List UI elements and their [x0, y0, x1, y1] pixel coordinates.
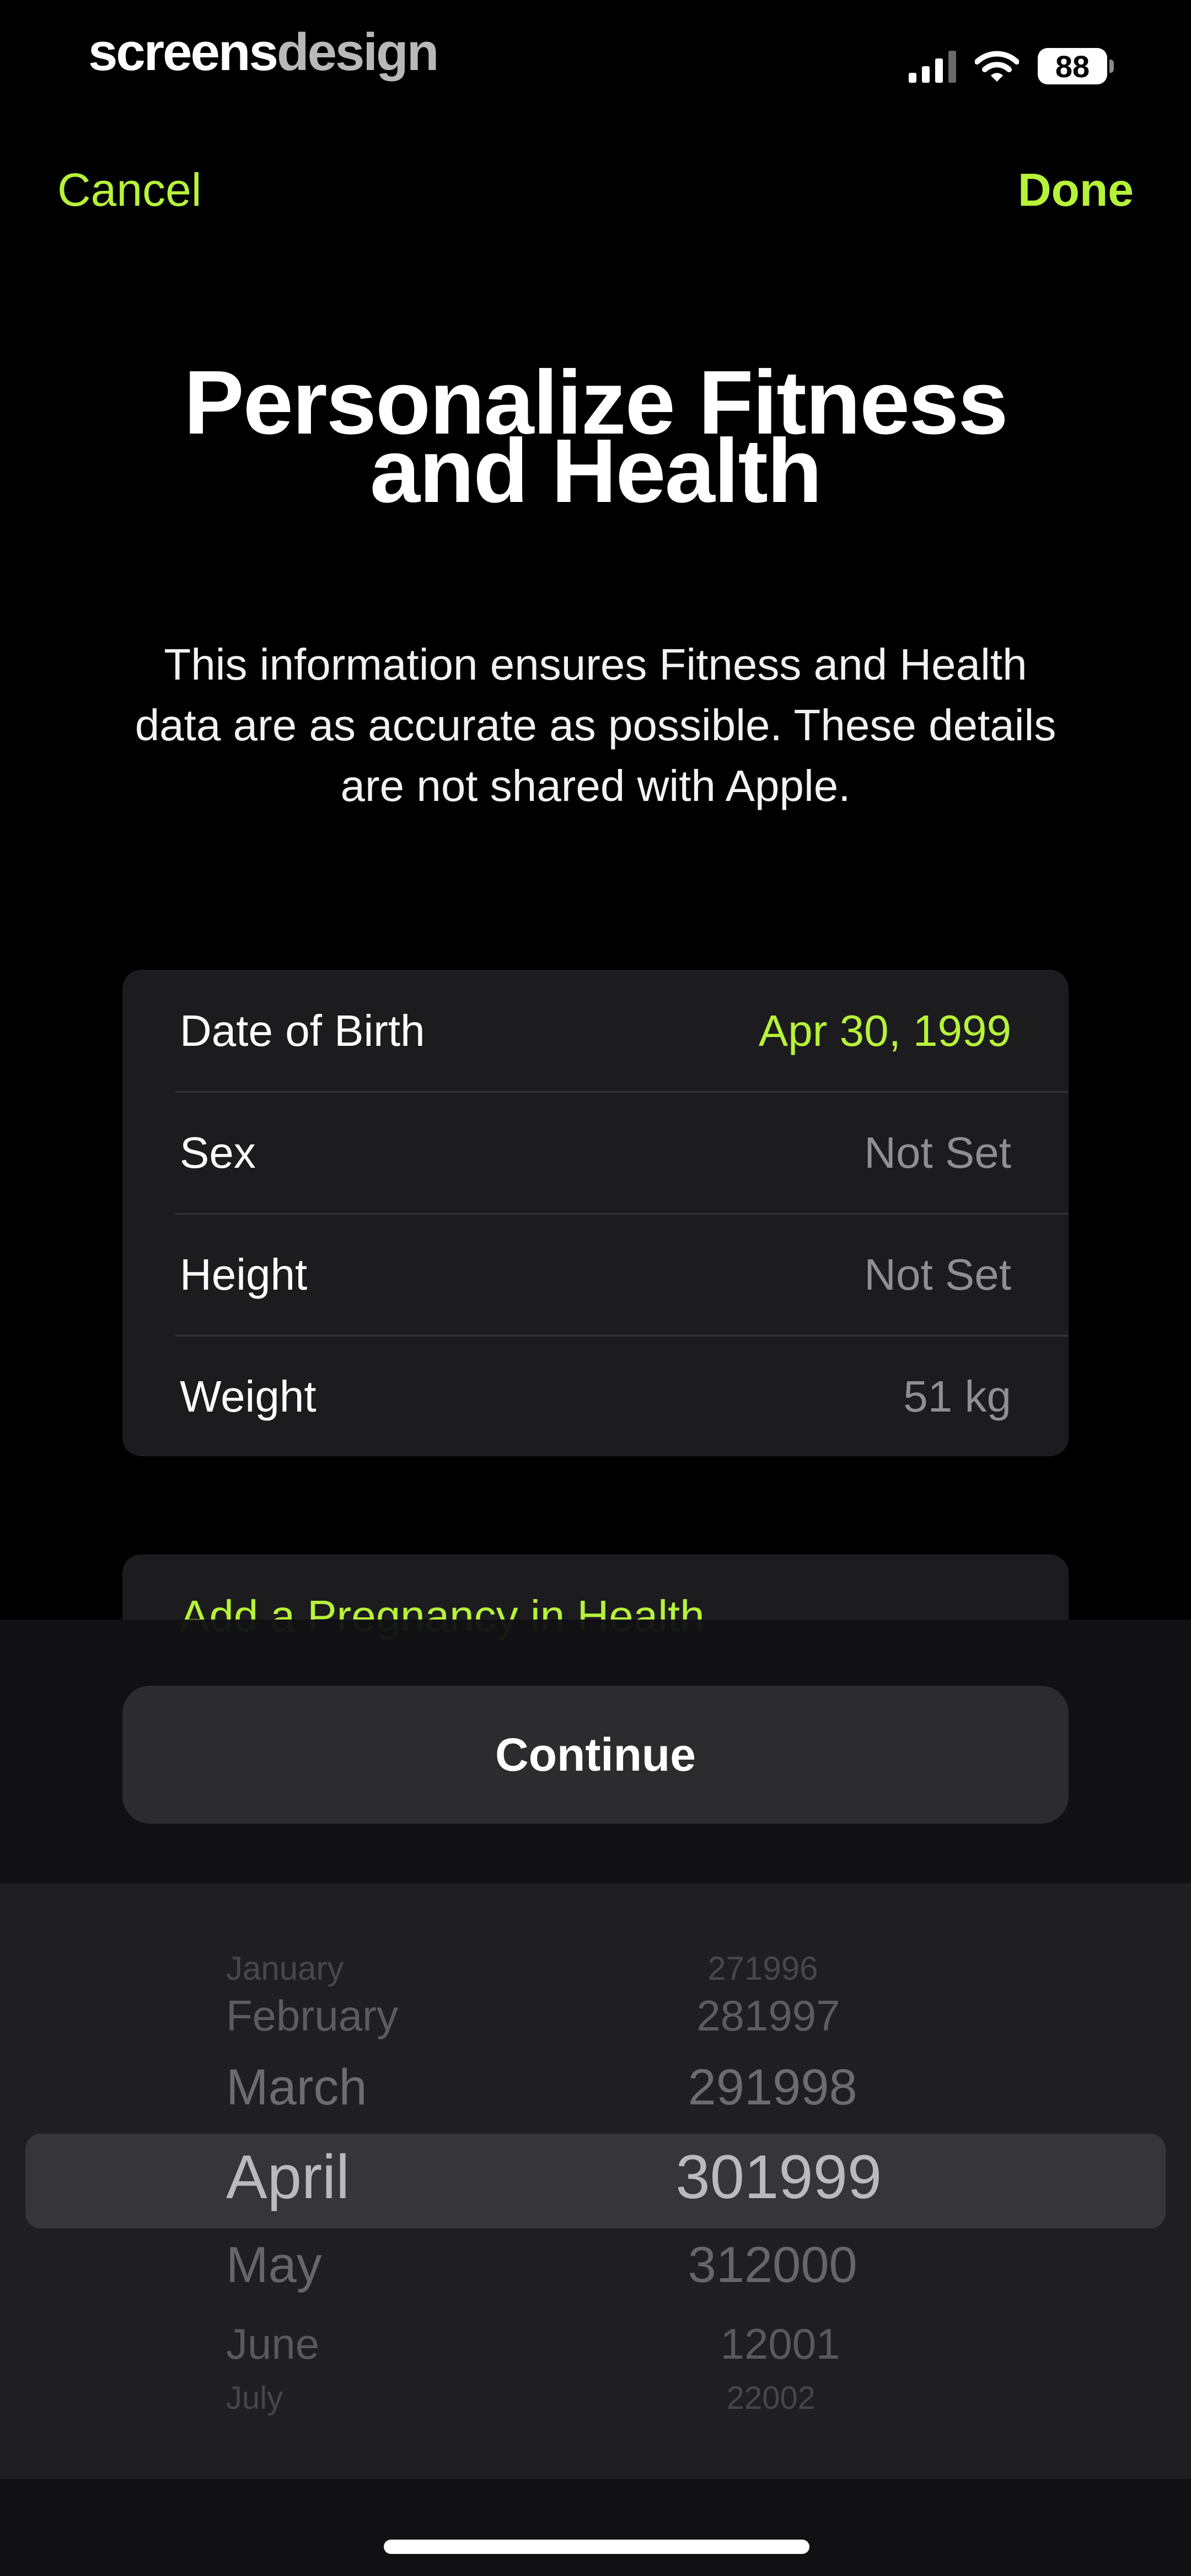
cellular-signal-icon	[909, 50, 956, 83]
brand-part-design: design	[276, 23, 439, 82]
picker-day-option[interactable]: 31	[688, 2236, 744, 2294]
continue-button[interactable]: Continue	[122, 1686, 1069, 1824]
picker-year-option[interactable]: 1998	[744, 2059, 857, 2117]
wifi-icon	[975, 51, 1019, 82]
picker-year-option[interactable]: 1997	[744, 1991, 840, 2041]
brand-watermark: screensdesign	[88, 22, 439, 83]
picker-month-column[interactable]: January February March April May June Ju…	[226, 1883, 612, 2479]
picker-day-option[interactable]: 27	[707, 1949, 744, 1987]
row-value: 51 kg	[903, 1371, 1011, 1421]
cancel-button[interactable]: Cancel	[57, 163, 201, 217]
home-indicator[interactable]	[384, 2540, 809, 2554]
picker-month-option[interactable]: February	[226, 1991, 398, 2041]
picker-year-selected[interactable]: 1999	[744, 2141, 882, 2212]
row-weight[interactable]: Weight 51 kg	[180, 1335, 1069, 1457]
picker-year-option[interactable]: 1996	[744, 1949, 818, 1987]
picker-year-option[interactable]: 2001	[744, 2319, 840, 2369]
row-label: Weight	[180, 1371, 316, 1421]
picker-month-option[interactable]: June	[226, 2319, 319, 2369]
picker-month-option[interactable]: March	[226, 2059, 367, 2117]
picker-month-option[interactable]: May	[226, 2236, 322, 2294]
picker-year-option[interactable]: 2000	[744, 2236, 857, 2294]
status-bar: 88	[909, 44, 1114, 88]
picker-month-selected[interactable]: April	[226, 2141, 350, 2212]
picker-day-option[interactable]: 28	[696, 1991, 744, 2041]
row-value: Not Set	[864, 1249, 1011, 1299]
picker-day-selected[interactable]: 30	[675, 2141, 744, 2212]
battery-icon: 88	[1038, 48, 1114, 84]
page-title: Personalize Fitness and Health	[184, 352, 1008, 521]
battery-level: 88	[1038, 48, 1107, 84]
row-sex[interactable]: Sex Not Set	[180, 1092, 1069, 1214]
row-label: Height	[180, 1249, 308, 1299]
brand-part-screens: screens	[88, 23, 278, 82]
picker-day-option[interactable]: 2	[727, 2380, 744, 2417]
picker-month-option[interactable]: January	[226, 1949, 344, 1987]
row-value: Apr 30, 1999	[758, 1006, 1011, 1055]
row-date-of-birth[interactable]: Date of Birth Apr 30, 1999	[180, 970, 1069, 1092]
picker-day-column[interactable]: 27 28 29 30 31 1 2	[579, 1883, 744, 2479]
row-label: Sex	[180, 1127, 256, 1177]
details-card: Date of Birth Apr 30, 1999 Sex Not Set H…	[122, 970, 1069, 1456]
page-subtitle: This information ensures Fitness and Hea…	[135, 640, 1056, 810]
row-value: Not Set	[864, 1127, 1011, 1177]
row-label: Date of Birth	[180, 1006, 425, 1055]
picker-year-column[interactable]: 1996 1997 1998 1999 2000 2001 2002	[744, 1883, 1048, 2479]
picker-day-option[interactable]: 29	[688, 2059, 744, 2117]
done-button[interactable]: Done	[1018, 163, 1134, 217]
picker-day-option[interactable]: 1	[721, 2319, 744, 2369]
picker-month-option[interactable]: July	[226, 2380, 283, 2417]
row-height[interactable]: Height Not Set	[180, 1214, 1069, 1335]
picker-year-option[interactable]: 2002	[744, 2380, 816, 2417]
